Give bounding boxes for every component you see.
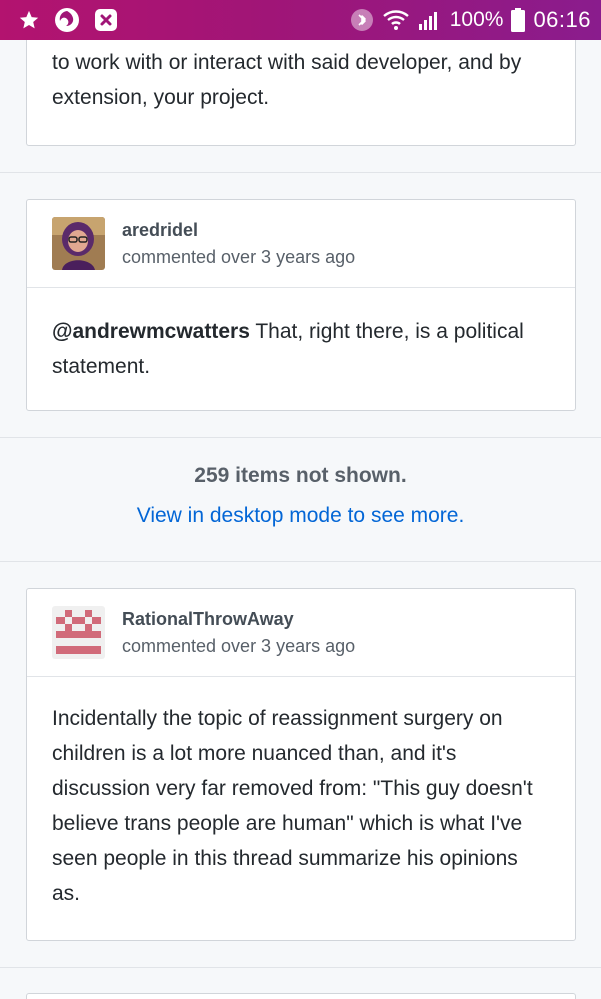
battery-percent: 100% — [449, 8, 504, 31]
comment-body: @andrewmcwatters That, right there, is a… — [27, 288, 575, 384]
status-bar: 100% 06:16 — [0, 0, 601, 40]
star-icon — [18, 9, 40, 31]
avatar[interactable] — [52, 217, 105, 270]
comment-card: RationalThrowAway commented over 3 years… — [26, 588, 576, 941]
divider — [0, 561, 601, 562]
signal-icon — [418, 9, 442, 31]
hidden-items-count: 259 items not shown. — [194, 464, 407, 487]
comment-card: aredridel commented over 3 years ago @an… — [26, 199, 576, 411]
comment-author[interactable]: aredridel — [122, 217, 355, 243]
comment-body: Incidentally the topic of reassignment s… — [52, 707, 533, 905]
comment-card-next — [26, 993, 576, 999]
comment-timestamp[interactable]: commented over 3 years ago — [122, 243, 355, 271]
comment-author[interactable]: RationalThrowAway — [122, 606, 355, 632]
shield-icon — [94, 8, 118, 32]
comment-header: aredridel commented over 3 years ago — [27, 200, 575, 288]
comment-body: to work with or interact with said devel… — [52, 51, 522, 109]
battery-icon — [511, 8, 526, 32]
avatar[interactable] — [52, 606, 105, 659]
clock: 06:16 — [533, 7, 591, 32]
hidden-items-notice: 259 items not shown. View in desktop mod… — [0, 464, 601, 528]
comment-timestamp[interactable]: commented over 3 years ago — [122, 632, 355, 660]
comment-header: RationalThrowAway commented over 3 years… — [27, 589, 575, 677]
firefox-icon — [54, 7, 80, 33]
divider — [0, 967, 601, 968]
bluetooth-icon — [350, 8, 374, 32]
user-mention[interactable]: @andrewmcwatters — [52, 320, 250, 343]
wifi-icon — [382, 8, 410, 32]
divider — [0, 172, 601, 173]
divider — [0, 437, 601, 438]
desktop-mode-link[interactable]: View in desktop mode to see more. — [137, 504, 465, 528]
